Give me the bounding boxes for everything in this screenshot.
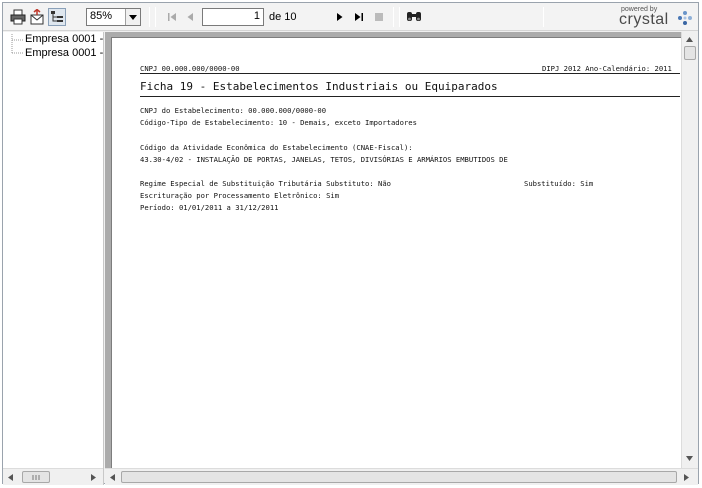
preview-scroll-thumb[interactable] (684, 46, 696, 60)
toolbar-separator (393, 7, 394, 27)
toggle-group-tree-button[interactable] (48, 8, 66, 26)
codigo-tipo: Código-Tipo de Estabelecimento: 10 - Dem… (140, 118, 417, 127)
last-page-icon (355, 13, 363, 21)
stop-icon (375, 13, 383, 21)
periodo: Período: 01/01/2011 a 31/12/2011 (140, 203, 279, 212)
next-page-icon (337, 13, 343, 21)
chevron-down-icon (129, 14, 137, 20)
tree-horizontal-scrollbar[interactable] (3, 468, 103, 485)
last-page-button[interactable] (350, 8, 368, 26)
search-button[interactable] (405, 8, 423, 26)
regime-especial: Regime Especial de Substituição Tributár… (140, 179, 391, 188)
scroll-down-icon (686, 456, 693, 461)
next-page-button[interactable] (331, 8, 349, 26)
crystal-logo-icon (678, 11, 692, 25)
toolbar-separator (155, 7, 156, 27)
prev-page-icon (187, 13, 193, 21)
scroll-up-icon (686, 37, 693, 42)
toolbar-separator (149, 7, 150, 27)
report-page: CNPJ 00.000.000/0000-00 DIPJ 2012 Ano-Ca… (111, 37, 687, 468)
toolbar-separator (399, 7, 400, 27)
crystal-wordmark: crystal (619, 11, 669, 28)
zoom-dropdown-button[interactable] (125, 9, 140, 25)
report-header-cnpj: CNPJ 00.000.000/0000-00 (140, 64, 240, 73)
zoom-value: 85% (90, 10, 113, 22)
stop-button[interactable] (370, 8, 388, 26)
export-icon (30, 9, 44, 25)
previous-page-button[interactable] (181, 8, 199, 26)
tree-item[interactable]: Empresa 0001 - (25, 33, 103, 45)
escrituracao: Escrituração por Processamento Eletrônic… (140, 191, 340, 200)
current-page: 1 (253, 10, 260, 22)
zoom-select[interactable]: 85% (86, 8, 141, 26)
header-rule (140, 73, 680, 74)
scroll-right-icon (91, 474, 96, 481)
toolbar-separator (543, 7, 544, 27)
export-button[interactable] (28, 8, 46, 26)
print-button[interactable] (9, 8, 27, 26)
cnpj-estabelecimento: CNPJ do Estabelecimento: 00.000.000/0000… (140, 106, 327, 115)
tree-scroll-thumb[interactable] (22, 471, 50, 483)
scroll-left-icon (110, 474, 115, 481)
preview-vertical-scrollbar[interactable] (681, 32, 698, 468)
print-icon (10, 9, 26, 25)
report-title: Ficha 19 - Estabelecimentos Industriais … (140, 80, 498, 93)
cnae-value: 43.30-4/02 - INSTALAÇÃO DE PORTAS, JANEL… (140, 155, 508, 164)
toolbar: 85% 1 de 10 powered by crystal (3, 3, 698, 31)
tree-item[interactable]: Empresa 0001 - (25, 47, 103, 59)
page-total: de 10 (269, 11, 297, 23)
toggle-tree-icon (51, 11, 63, 22)
crystal-logo: powered by crystal (615, 6, 695, 28)
substituido: Substituído: Sim (524, 179, 594, 188)
first-page-button[interactable] (163, 8, 181, 26)
report-preview-area: CNPJ 00.000.000/0000-00 DIPJ 2012 Ano-Ca… (105, 32, 698, 485)
scroll-left-icon (8, 474, 13, 481)
report-header-dipj: DIPJ 2012 Ano-Calendário: 2011 (542, 64, 672, 73)
search-icon (407, 12, 421, 21)
title-rule (140, 96, 680, 97)
first-page-icon (168, 13, 176, 21)
preview-hscroll-thumb[interactable] (121, 471, 677, 483)
scroll-right-icon (684, 474, 689, 481)
cnae-label: Código da Atividade Econômica do Estabel… (140, 143, 413, 152)
grip-icon (32, 475, 40, 480)
page-number-input[interactable]: 1 (202, 8, 264, 26)
preview-horizontal-scrollbar[interactable] (105, 468, 698, 485)
group-tree-panel: Empresa 0001 - Empresa 0001 - (3, 32, 104, 485)
tree-connector-lines (11, 34, 23, 54)
report-viewer-window: 85% 1 de 10 powered by crystal Empresa 0… (2, 2, 699, 485)
